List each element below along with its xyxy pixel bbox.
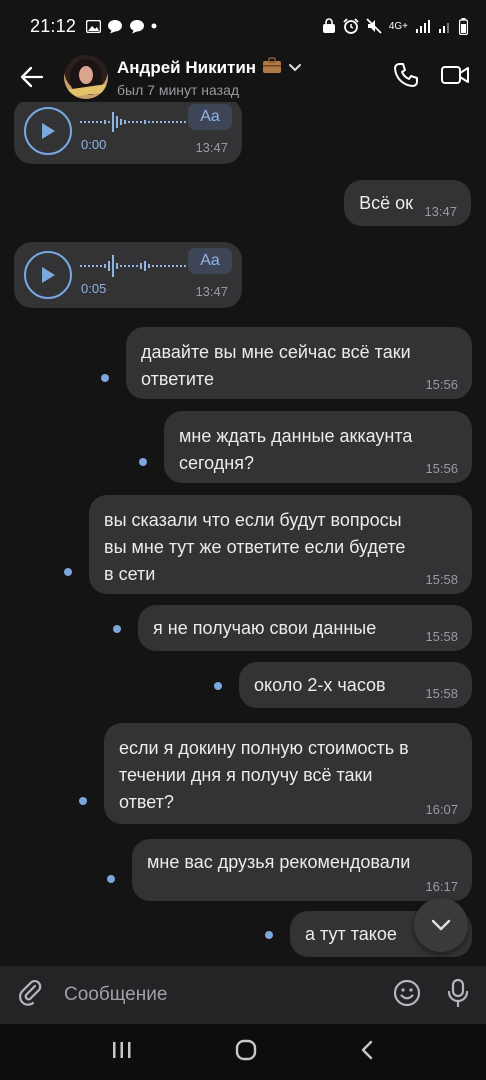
phone-call-button[interactable] bbox=[392, 61, 420, 94]
nfc-lock-icon bbox=[322, 18, 336, 34]
briefcase-icon bbox=[262, 56, 282, 79]
message-text: а тут такое bbox=[305, 924, 397, 944]
recent-apps-icon bbox=[112, 1041, 131, 1058]
message-text: мне ждать данные аккаунта сегодня? bbox=[179, 426, 413, 473]
home-icon bbox=[235, 1039, 257, 1060]
message-input[interactable]: Сообщение bbox=[64, 984, 392, 1006]
play-icon bbox=[42, 123, 55, 139]
avatar[interactable] bbox=[64, 55, 108, 99]
outgoing-message[interactable]: мне вас друзья рекомендовали 16:17 bbox=[132, 839, 472, 901]
contact-name: Андрей Никитин bbox=[117, 57, 257, 77]
signal-icon bbox=[415, 19, 431, 33]
waveform-icon bbox=[80, 255, 186, 277]
battery-icon bbox=[459, 17, 468, 35]
home-button[interactable] bbox=[234, 1038, 258, 1067]
unread-indicator bbox=[214, 682, 222, 690]
message-text: я не получаю свои данные bbox=[153, 618, 377, 638]
chevron-left-icon bbox=[362, 1040, 373, 1059]
arrow-left-icon bbox=[20, 66, 44, 88]
play-button[interactable] bbox=[24, 251, 72, 299]
outgoing-message[interactable]: я не получаю свои данные 15:58 bbox=[138, 605, 472, 651]
unread-indicator bbox=[107, 875, 115, 883]
message-time: 13:47 bbox=[195, 140, 228, 155]
unread-indicator bbox=[101, 374, 109, 382]
last-seen-status: был 7 минут назад bbox=[117, 81, 240, 98]
play-button[interactable] bbox=[24, 107, 72, 155]
message-time: 13:47 bbox=[424, 204, 457, 219]
mute-icon bbox=[366, 18, 382, 34]
outgoing-message[interactable]: давайте вы мне сейчас всё таки ответите … bbox=[126, 327, 472, 399]
emoji-button[interactable] bbox=[392, 978, 422, 1013]
unread-indicator bbox=[113, 625, 121, 633]
voice-duration: 0:05 bbox=[81, 281, 107, 296]
message-time: 15:58 bbox=[425, 572, 458, 587]
status-bar: 21:12 4G+ bbox=[0, 0, 486, 52]
message-text: мне вас друзья рекомендовали bbox=[147, 852, 411, 872]
system-navigation-bar bbox=[0, 1024, 486, 1080]
message-time: 15:58 bbox=[425, 686, 458, 701]
scroll-to-bottom-button[interactable] bbox=[414, 898, 468, 952]
message-text: вы сказали что если будут вопросы вы мне… bbox=[104, 510, 406, 584]
more-notifications-dot-icon bbox=[151, 23, 157, 29]
message-text: около 2-х часов bbox=[254, 675, 386, 695]
message-list[interactable]: 0:00 Aa 13:47 Всё ок 13:47 0:05 Aa 13:47… bbox=[0, 102, 486, 966]
outgoing-message[interactable]: мне ждать данные аккаунта сегодня? 15:56 bbox=[164, 411, 472, 483]
status-time: 21:12 bbox=[30, 15, 77, 36]
message-time: 15:56 bbox=[425, 377, 458, 392]
paperclip-icon bbox=[19, 979, 42, 1006]
voice-message: 0:00 Aa 13:47 bbox=[14, 102, 242, 164]
recent-apps-button[interactable] bbox=[111, 1040, 133, 1065]
video-camera-icon bbox=[441, 65, 469, 84]
signal-icon-2 bbox=[438, 19, 452, 33]
outgoing-message[interactable]: Всё ок 13:47 bbox=[344, 180, 471, 226]
play-icon bbox=[42, 267, 55, 283]
transcribe-button[interactable]: Aa bbox=[188, 104, 232, 130]
voice-message: 0:05 Aa 13:47 bbox=[14, 242, 242, 308]
chevron-down-icon bbox=[431, 919, 451, 931]
video-call-button[interactable] bbox=[440, 62, 470, 93]
message-time: 15:58 bbox=[425, 629, 458, 644]
unread-indicator bbox=[139, 458, 147, 466]
unread-indicator bbox=[64, 568, 72, 576]
message-composer: Сообщение bbox=[0, 966, 486, 1024]
chat-title-block[interactable]: Андрей Никитин был 7 минут назад bbox=[117, 56, 302, 98]
phone-icon bbox=[394, 62, 418, 87]
alarm-icon bbox=[343, 18, 359, 34]
message-time: 15:56 bbox=[425, 461, 458, 476]
voice-duration: 0:00 bbox=[81, 137, 107, 152]
outgoing-message[interactable]: около 2-х часов 15:58 bbox=[239, 662, 472, 708]
transcribe-button[interactable]: Aa bbox=[188, 248, 232, 274]
gallery-notification-icon bbox=[86, 19, 102, 33]
message-text: если я докину полную стоимость в течении… bbox=[119, 738, 409, 812]
message-text: Всё ок bbox=[359, 193, 413, 213]
unread-indicator bbox=[79, 797, 87, 805]
message-notification-icon bbox=[129, 19, 145, 34]
message-time: 13:47 bbox=[195, 284, 228, 299]
unread-indicator bbox=[265, 931, 273, 939]
chat-notification-icon bbox=[107, 19, 123, 34]
message-text: давайте вы мне сейчас всё таки ответите bbox=[141, 342, 411, 389]
back-button[interactable] bbox=[0, 52, 64, 102]
attach-button[interactable] bbox=[16, 978, 46, 1013]
message-time: 16:07 bbox=[425, 802, 458, 817]
outgoing-message[interactable]: вы сказали что если будут вопросы вы мне… bbox=[89, 495, 472, 594]
voice-record-button[interactable] bbox=[446, 978, 470, 1013]
outgoing-message[interactable]: если я докину полную стоимость в течении… bbox=[104, 723, 472, 824]
microphone-icon bbox=[447, 978, 469, 1007]
waveform-icon bbox=[80, 112, 186, 132]
smile-icon bbox=[393, 979, 421, 1006]
chat-header: Андрей Никитин был 7 минут назад bbox=[0, 52, 486, 102]
system-back-button[interactable] bbox=[359, 1039, 375, 1066]
chevron-down-icon[interactable] bbox=[288, 58, 302, 78]
message-time: 16:17 bbox=[425, 879, 458, 894]
network-type-label: 4G+ bbox=[388, 20, 408, 32]
